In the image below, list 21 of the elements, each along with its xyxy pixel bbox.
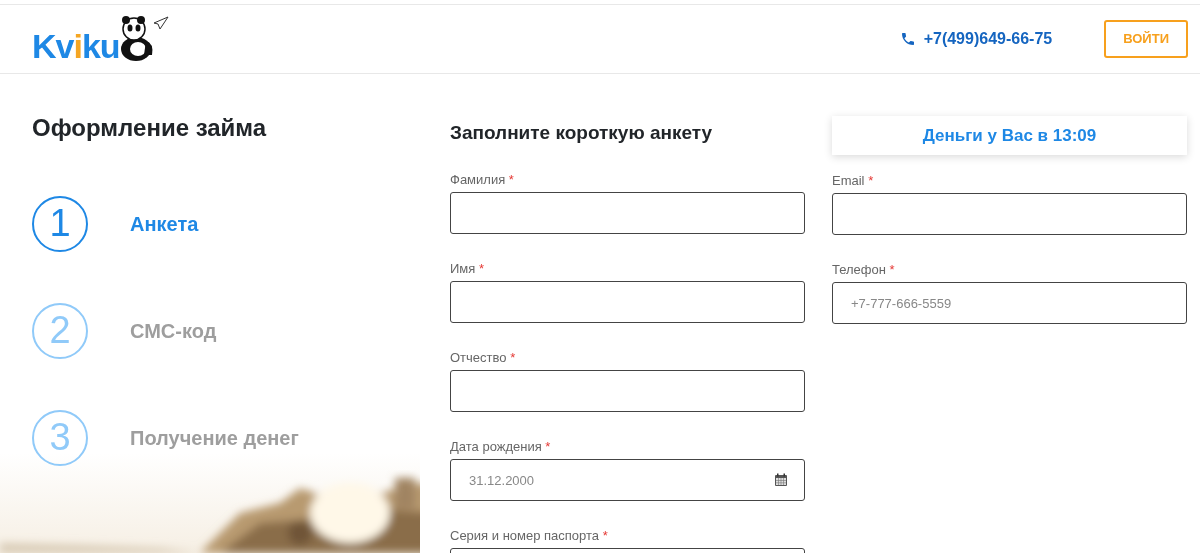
- step-label: Анкета: [130, 211, 199, 237]
- field-label: Имя *: [450, 261, 485, 277]
- field-label: Фамилия *: [450, 172, 515, 188]
- form-heading: Заполните короткую анкету: [450, 122, 714, 145]
- field-label: Телефон *: [832, 262, 896, 278]
- timer-banner: Деньги у Вас в 13:09: [832, 116, 1187, 155]
- step-label: Получение денег: [130, 425, 299, 451]
- field-label: Email *: [832, 173, 875, 189]
- step-number: 2: [32, 302, 88, 359]
- field-label: Дата рождения *: [450, 439, 552, 455]
- phone-link[interactable]: +7(499)649-66-75: [899, 27, 1053, 51]
- step-number: 3: [32, 409, 88, 466]
- step-label: СМС-код: [130, 318, 217, 344]
- input-field[interactable]: +7-777-666-5559: [832, 282, 1187, 324]
- login-button[interactable]: ВОЙТИ: [1104, 20, 1188, 58]
- logo-text[interactable]: Kviku: [32, 29, 120, 63]
- field-label: Отчество *: [450, 350, 517, 366]
- field-label: Серия и номер паспорта *: [450, 528, 609, 544]
- date-field[interactable]: 31.12.2000: [450, 459, 805, 501]
- step-number: 1: [32, 195, 88, 252]
- page-heading: Оформление займа: [32, 114, 268, 143]
